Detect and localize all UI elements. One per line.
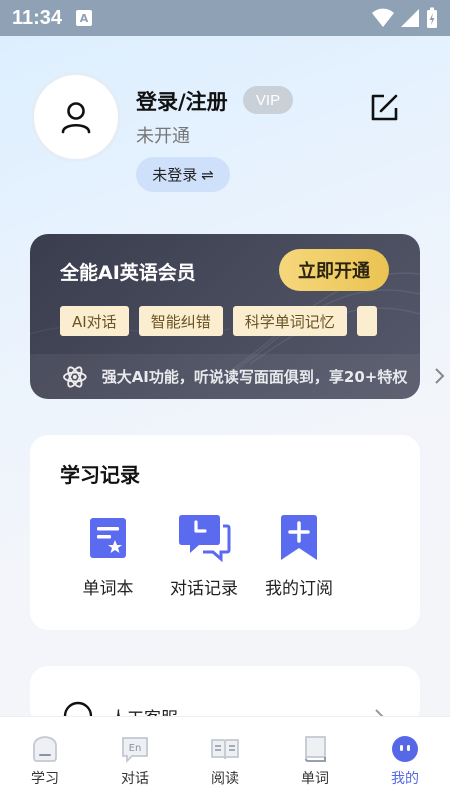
- wifi-icon: [372, 8, 394, 27]
- feature-tags: AI对话 智能纠错 科学单词记忆: [60, 306, 377, 336]
- login-status-label: 未登录: [152, 166, 198, 184]
- chevron-right-icon[interactable]: [433, 366, 447, 386]
- vip-card-title: 全能AI英语会员: [60, 262, 196, 284]
- vip-badge: VIP: [243, 86, 293, 114]
- vip-membership-card[interactable]: 全能AI英语会员 立即开通 AI对话 智能纠错 科学单词记忆 强大AI功能，听说…: [30, 234, 420, 399]
- notebook-star-icon: [90, 518, 126, 558]
- my-subscription-button[interactable]: 我的订阅: [249, 510, 349, 599]
- status-bar: 11:34 A: [0, 0, 450, 36]
- feature-tag: 科学单词记忆: [232, 306, 347, 336]
- dialogue-history-button[interactable]: 对话记录: [154, 510, 254, 599]
- my-subscription-label: 我的订阅: [265, 579, 333, 599]
- bottom-navigation: 学习 En 对话 阅读 单词 我的: [0, 716, 450, 800]
- bookmark-plus-icon: [281, 515, 317, 560]
- dialogue-history-label: 对话记录: [170, 579, 238, 599]
- notification-a-icon: A: [76, 10, 93, 26]
- status-time: 11:34: [12, 6, 63, 29]
- edit-profile-button[interactable]: [368, 92, 400, 124]
- dialogue-en-icon: En: [122, 737, 148, 764]
- vocabulary-book-label: 单词本: [82, 579, 134, 599]
- nav-label-profile: 我的: [391, 771, 419, 787]
- atom-icon: [63, 365, 87, 388]
- battery-icon: [427, 7, 437, 28]
- word-book-icon: [305, 736, 326, 762]
- study-record-title: 学习记录: [60, 463, 140, 487]
- vip-benefits-text: 强大AI功能，听说读写面面俱到，享20+特权: [101, 368, 408, 386]
- vip-benefits-row[interactable]: 强大AI功能，听说读写面面俱到，享20+特权: [30, 354, 420, 399]
- user-icon: [61, 102, 91, 134]
- chat-history-icon: [179, 515, 231, 562]
- edit-icon: [371, 94, 398, 121]
- study-icon: [33, 736, 57, 762]
- nav-label-dialogue: 对话: [121, 771, 149, 787]
- nav-item-profile[interactable]: 我的: [360, 717, 450, 800]
- profile-face-icon: [392, 736, 418, 762]
- nav-item-dialogue[interactable]: En 对话: [90, 717, 180, 800]
- switch-icon: ⇌: [201, 165, 214, 184]
- nav-label-reading: 阅读: [211, 771, 239, 787]
- nav-item-reading[interactable]: 阅读: [180, 717, 270, 800]
- nav-label-words: 单词: [301, 771, 329, 787]
- svg-text:En: En: [129, 743, 142, 754]
- feature-tag: AI对话: [60, 306, 129, 336]
- nav-label-study: 学习: [31, 771, 59, 787]
- vocabulary-book-button[interactable]: 单词本: [58, 510, 158, 599]
- login-status-chip[interactable]: 未登录 ⇌: [136, 157, 230, 192]
- signal-icon: [401, 9, 419, 27]
- login-register-title[interactable]: 登录/注册: [136, 86, 228, 116]
- status-indicators: [372, 7, 438, 29]
- feature-tag: 智能纠错: [138, 306, 223, 336]
- avatar[interactable]: [31, 72, 121, 162]
- feature-tag-partial: [356, 306, 377, 336]
- open-membership-button[interactable]: 立即开通: [279, 249, 389, 291]
- membership-status: 未开通: [136, 126, 190, 147]
- reading-icon: [211, 739, 239, 760]
- nav-item-words[interactable]: 单词: [270, 717, 360, 800]
- nav-item-study[interactable]: 学习: [0, 717, 90, 800]
- study-record-card: 学习记录 单词本 对话记录 我的订阅: [30, 435, 420, 630]
